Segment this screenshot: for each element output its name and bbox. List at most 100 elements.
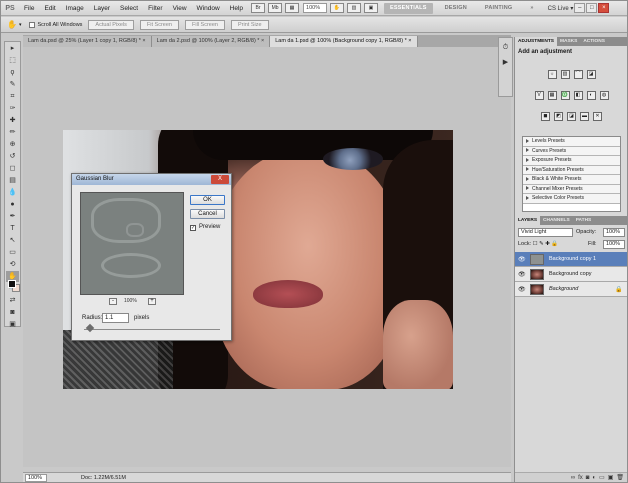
arrange-documents-icon[interactable]: ▥ <box>347 3 362 13</box>
fill-screen-button[interactable]: Fill Screen <box>185 19 225 30</box>
type-icon[interactable]: T <box>6 223 19 234</box>
menu-edit[interactable]: Edit <box>39 1 60 16</box>
selective-color-icon[interactable]: ✕ <box>593 112 602 121</box>
3d-rotate-icon[interactable]: ⟲ <box>6 259 19 270</box>
radius-slider-track[interactable] <box>84 329 220 330</box>
radius-input[interactable]: 1.1 <box>102 313 129 323</box>
history-brush-icon[interactable]: ↺ <box>6 151 19 162</box>
layer-background-copy-1[interactable]: 👁 Background copy 1 <box>515 252 627 267</box>
eyedropper-icon[interactable]: ✑ <box>6 103 19 114</box>
quick-mask-icon[interactable]: ◙ <box>6 307 19 318</box>
layer-background-copy[interactable]: 👁 Background copy <box>515 267 627 282</box>
eraser-icon[interactable]: ◻ <box>6 163 19 174</box>
actual-pixels-button[interactable]: Actual Pixels <box>88 19 134 30</box>
document-size-info[interactable]: Doc: 1.22M/6.51M <box>81 475 126 481</box>
status-zoom-field[interactable]: 100% <box>25 473 47 482</box>
fill-input[interactable]: 100% <box>603 240 625 249</box>
blur-preview-pane[interactable] <box>80 192 184 295</box>
fit-screen-button[interactable]: Fit Screen <box>139 19 179 30</box>
gradient-icon[interactable]: ▤ <box>6 175 19 186</box>
tab-masks[interactable]: MASKS <box>557 37 580 46</box>
preset-item[interactable]: Black & White Presets <box>523 175 620 185</box>
curves-icon[interactable]: ⌒ <box>573 70 583 79</box>
view-extras-icon[interactable]: ▦ <box>285 3 300 13</box>
tab-lam-da-2[interactable]: Lam da 2.psd @ 100% (Layer 2, RGB/8) * × <box>151 36 271 47</box>
close-button[interactable]: × <box>598 3 610 13</box>
dodge-icon[interactable]: ● <box>6 199 19 210</box>
threshold-icon[interactable]: ◪ <box>567 112 576 121</box>
new-adjustment-icon[interactable]: ◐ <box>592 473 596 482</box>
levels-icon[interactable]: ▥ <box>560 70 570 79</box>
preset-item[interactable]: Hue/Saturation Presets <box>523 165 620 175</box>
hand-tool-icon[interactable]: ✋ <box>330 3 345 13</box>
preset-item[interactable]: Curves Presets <box>523 146 620 156</box>
maximize-button[interactable]: □ <box>586 3 598 13</box>
eye-icon[interactable]: 👁 <box>518 271 526 278</box>
vibrance-icon[interactable]: V <box>534 91 544 100</box>
color-balance-icon[interactable]: ♎ <box>560 91 570 100</box>
crop-icon[interactable]: ⌗ <box>6 91 19 102</box>
screen-mode-icon[interactable]: ▣ <box>6 319 19 330</box>
dialog-title-bar[interactable]: Gaussian Blur X <box>72 174 231 185</box>
foreground-color-swatch[interactable] <box>8 280 16 288</box>
preset-item[interactable]: Exposure Presets <box>523 156 620 166</box>
black-white-icon[interactable]: ◧ <box>573 91 583 100</box>
tab-paths[interactable]: PATHS <box>573 216 595 225</box>
actions-panel-icon[interactable]: ▶ <box>500 57 511 68</box>
tab-adjustments[interactable]: ADJUSTMENTS <box>515 37 557 46</box>
path-select-icon[interactable]: ↖ <box>6 235 19 246</box>
channel-mixer-icon[interactable]: ◍ <box>599 91 609 100</box>
posterize-icon[interactable]: ◩ <box>554 112 563 121</box>
photo-filter-icon[interactable]: ◐ <box>586 91 596 100</box>
clone-stamp-icon[interactable]: ⊕ <box>6 139 19 150</box>
new-layer-icon[interactable]: ▣ <box>608 473 614 482</box>
lock-options[interactable]: Lock: ☐ ✎ ✚ 🔒 <box>518 241 558 247</box>
menu-view[interactable]: View <box>168 1 192 16</box>
tool-preset-dropdown-icon[interactable]: ▾ <box>19 22 22 28</box>
hand-icon[interactable]: ✋ <box>7 20 17 29</box>
new-group-icon[interactable]: ▭ <box>599 473 605 482</box>
shape-icon[interactable]: ▭ <box>6 247 19 258</box>
brightness-contrast-icon[interactable]: ☼ <box>547 70 557 79</box>
exposure-icon[interactable]: ◪ <box>586 70 596 79</box>
blur-icon[interactable]: 💧 <box>6 187 19 198</box>
link-layers-icon[interactable]: ∞ <box>571 473 575 482</box>
bridge-icon[interactable]: Br <box>251 3 266 13</box>
layer-style-icon[interactable]: fx <box>578 473 583 482</box>
lasso-icon[interactable]: ϙ <box>6 67 19 78</box>
tab-channels[interactable]: CHANNELS <box>540 216 573 225</box>
brush-icon[interactable]: ✏ <box>6 127 19 138</box>
tab-actions[interactable]: ACTIONS <box>580 37 608 46</box>
menu-window[interactable]: Window <box>192 1 225 16</box>
tab-layers[interactable]: LAYERS <box>515 216 541 225</box>
workspace-painting[interactable]: PAINTING <box>479 3 518 14</box>
healing-icon[interactable]: ✚ <box>6 115 19 126</box>
radius-slider-thumb[interactable] <box>85 323 95 333</box>
invert-icon[interactable]: ◼ <box>541 112 550 121</box>
pen-icon[interactable]: ✒ <box>6 211 19 222</box>
eye-icon[interactable]: 👁 <box>518 286 526 293</box>
preset-item[interactable]: Selective Color Presets <box>523 194 620 204</box>
blend-mode-select[interactable]: Vivid Light <box>518 228 573 237</box>
minibridge-icon[interactable]: Mb <box>268 3 283 13</box>
preset-item[interactable]: Levels Presets <box>523 137 620 147</box>
scroll-all-windows-checkbox[interactable] <box>29 21 36 28</box>
quick-select-icon[interactable]: ✎ <box>6 79 19 90</box>
workspace-design[interactable]: DESIGN <box>439 3 473 14</box>
delete-layer-icon[interactable]: 🗑 <box>616 473 624 482</box>
ok-button[interactable]: OK <box>190 195 225 205</box>
cs-live-menu[interactable]: CS Live ▾ <box>548 5 574 12</box>
tab-close-icon[interactable]: × <box>142 38 145 44</box>
layer-background[interactable]: 👁 Background 🔒 <box>515 282 627 297</box>
preview-zoom-out-button[interactable]: - <box>109 298 117 305</box>
tab-lam-da[interactable]: Lam da.psd @ 25% (Layer 1 copy 1, RGB/8)… <box>23 36 152 47</box>
hue-saturation-icon[interactable]: ▦ <box>547 91 557 100</box>
menu-layer[interactable]: Layer <box>89 1 115 16</box>
dialog-close-button[interactable]: X <box>211 175 229 184</box>
zoom-level-select[interactable]: 100% <box>303 3 328 13</box>
tab-lam-da-1[interactable]: Lam da 1.psd @ 100% (Background copy 1, … <box>270 36 418 47</box>
preview-checkbox[interactable]: ✓ <box>190 225 196 231</box>
menu-select[interactable]: Select <box>115 1 143 16</box>
preview-zoom-in-button[interactable]: + <box>148 298 156 305</box>
eye-icon[interactable]: 👁 <box>518 256 526 263</box>
